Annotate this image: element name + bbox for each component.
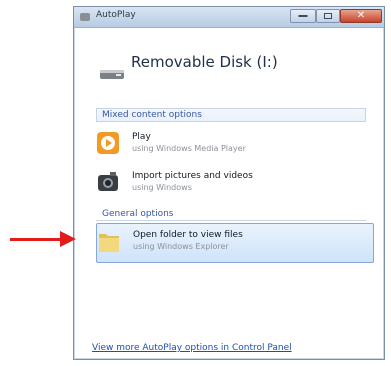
drive-title: Removable Disk (I:) — [131, 53, 278, 71]
mixed-content-label: Mixed content options — [102, 110, 202, 120]
minimize-icon — [298, 15, 308, 17]
close-icon: ✕ — [356, 10, 366, 21]
maximize-button[interactable] — [316, 9, 340, 23]
folder-icon — [99, 234, 119, 252]
camera-icon — [98, 172, 118, 191]
control-panel-link[interactable]: View more AutoPlay options in Control Pa… — [92, 343, 292, 353]
maximize-icon — [324, 13, 332, 19]
windows-media-player-icon — [97, 132, 119, 154]
window-title: AutoPlay — [96, 10, 136, 20]
title-bar[interactable]: AutoPlay ✕ — [74, 7, 384, 28]
import-option-title: Import pictures and videos — [132, 171, 253, 181]
open-folder-option[interactable]: Open folder to view files using Windows … — [96, 223, 374, 263]
play-option-subtitle: using Windows Media Player — [132, 144, 246, 153]
open-folder-subtitle: using Windows Explorer — [133, 242, 229, 251]
autoplay-icon — [80, 13, 90, 21]
removable-disk-icon — [100, 70, 124, 79]
close-button[interactable]: ✕ — [340, 9, 382, 23]
drive-header: Removable Disk (I:) — [96, 53, 356, 93]
minimize-button[interactable] — [290, 9, 316, 23]
play-option[interactable]: Play using Windows Media Player — [96, 126, 374, 166]
play-option-title: Play — [132, 132, 151, 142]
autoplay-window: AutoPlay ✕ Removable Disk (I:) Mixed con… — [73, 6, 385, 360]
annotation-arrow-head — [60, 231, 76, 247]
general-options-label: General options — [102, 209, 174, 219]
section-divider — [96, 220, 366, 221]
import-option[interactable]: Import pictures and videos using Windows — [96, 165, 374, 205]
annotation-arrow — [10, 238, 62, 241]
open-folder-title: Open folder to view files — [133, 230, 243, 240]
import-option-subtitle: using Windows — [132, 183, 192, 192]
